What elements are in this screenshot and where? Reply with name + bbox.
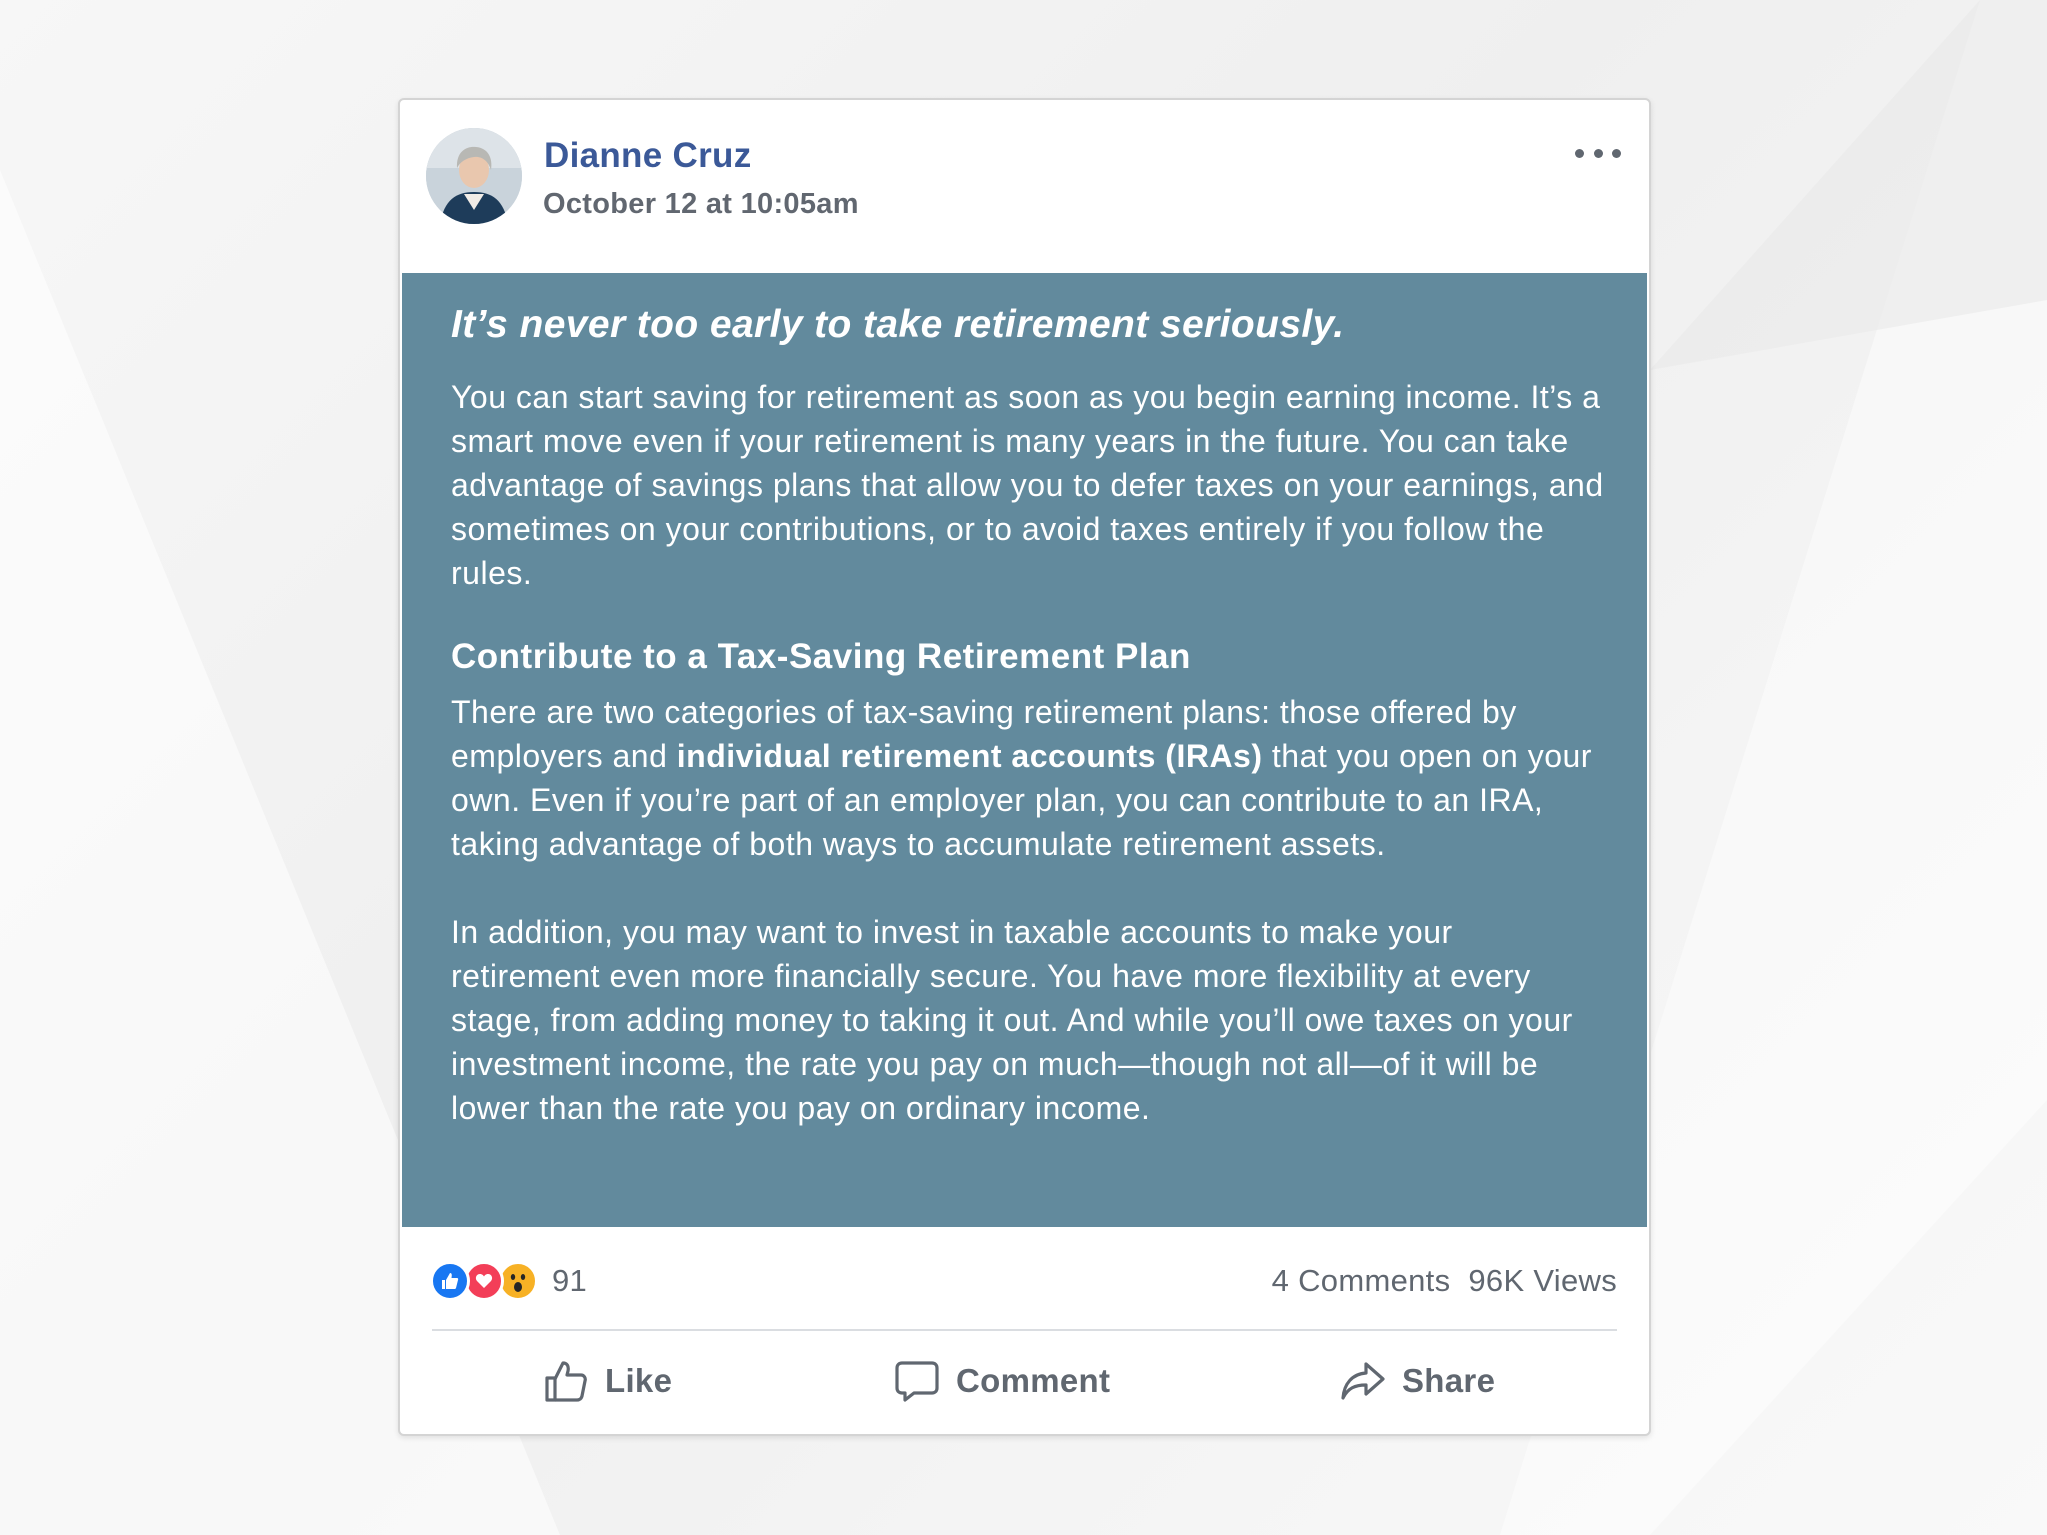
author-name[interactable]: Dianne Cruz xyxy=(544,136,752,176)
post-subheading: Contribute to a Tax-Saving Retirement Pl… xyxy=(451,637,1191,676)
post-stats: 91 4 Comments 96K Views xyxy=(400,1227,1649,1331)
share-icon xyxy=(1341,1362,1385,1400)
post-actions: Like Comment Share xyxy=(400,1331,1649,1431)
post-paragraph-2: There are two categories of tax-saving r… xyxy=(451,690,1607,866)
reactions-summary[interactable]: 91 xyxy=(430,1261,587,1301)
post-content: It’s never too early to take retirement … xyxy=(402,273,1647,1227)
share-label: Share xyxy=(1402,1362,1496,1399)
post-meta: 4 Comments 96K Views xyxy=(1272,1263,1617,1299)
post-paragraph-1: You can start saving for retirement as s… xyxy=(451,379,1604,591)
post-headline: It’s never too early to take retirement … xyxy=(451,303,1345,346)
share-button[interactable]: Share xyxy=(1340,1353,1495,1409)
post-card: Dianne Cruz October 12 at 10:05am It’s n… xyxy=(398,98,1651,1436)
post-header: Dianne Cruz October 12 at 10:05am xyxy=(400,100,1649,274)
comment-icon xyxy=(895,1361,939,1402)
reaction-count: 91 xyxy=(552,1263,588,1298)
dot xyxy=(1612,148,1621,158)
like-reaction-icon xyxy=(430,1261,470,1301)
love-reaction-icon xyxy=(464,1261,504,1301)
thumbs-up-icon xyxy=(545,1361,587,1402)
ira-bold-text: individual retirement accounts (IRAs) xyxy=(676,738,1263,774)
comment-label: Comment xyxy=(956,1362,1111,1399)
dot xyxy=(1593,148,1603,158)
wow-reaction-icon xyxy=(498,1261,538,1301)
post-timestamp[interactable]: October 12 at 10:05am xyxy=(543,188,859,221)
avatar-photo xyxy=(426,128,522,224)
avatar[interactable] xyxy=(426,128,522,224)
dot xyxy=(1575,148,1584,158)
post-paragraph-3: In addition, you may want to invest in t… xyxy=(451,914,1573,1126)
like-button[interactable]: Like xyxy=(543,1353,672,1409)
views-count: 96K Views xyxy=(1468,1263,1617,1298)
comments-count[interactable]: 4 Comments xyxy=(1272,1263,1451,1299)
like-label: Like xyxy=(605,1362,673,1399)
more-options-icon[interactable] xyxy=(1575,144,1621,162)
comment-button[interactable]: Comment xyxy=(894,1353,1110,1409)
